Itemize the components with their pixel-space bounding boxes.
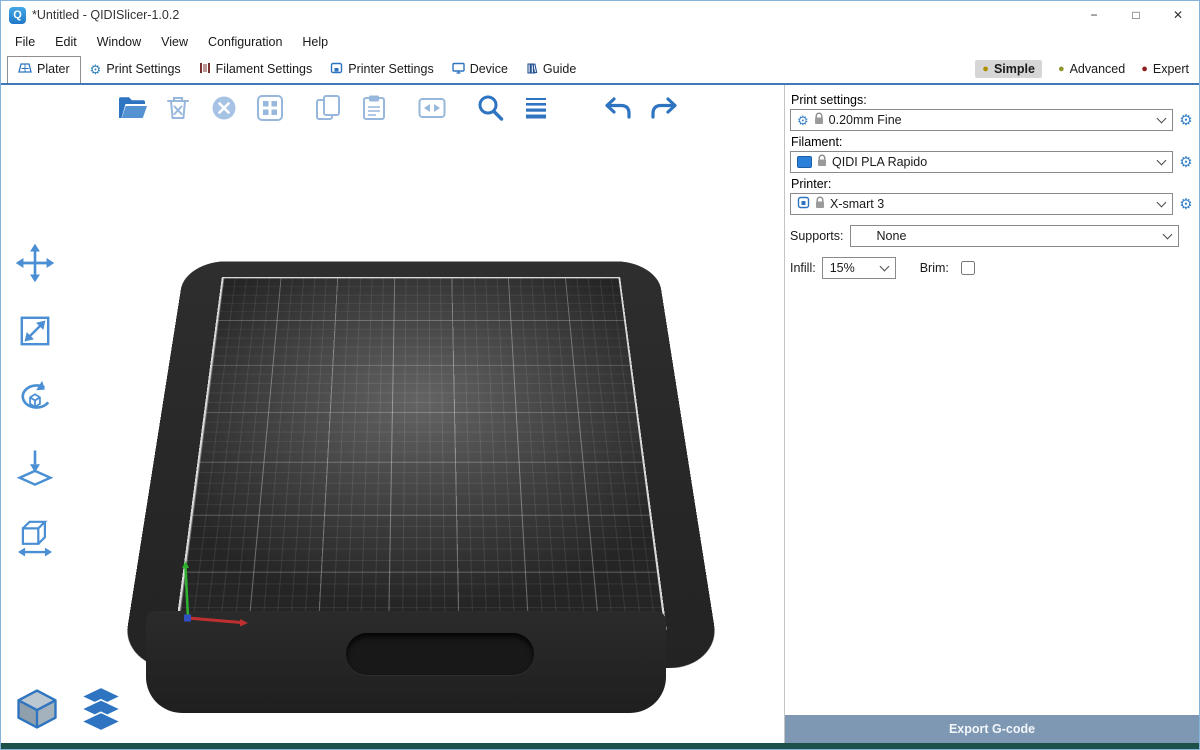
infill-value: 15%	[830, 261, 881, 275]
bed-frame	[121, 261, 721, 668]
brim-label: Brim:	[920, 261, 949, 275]
filament-combo[interactable]: QIDI PLA Rapido	[790, 151, 1173, 173]
delete-all-icon[interactable]	[205, 89, 243, 127]
close-button[interactable]: ✕	[1157, 1, 1199, 29]
tab-bar: Plater ⚙ Print Settings Filament Setting…	[1, 55, 1199, 85]
copy-icon[interactable]	[309, 89, 347, 127]
filament-value: QIDI PLA Rapido	[832, 155, 1153, 169]
menu-window[interactable]: Window	[87, 32, 151, 52]
filament-spool-icon	[199, 62, 211, 77]
split-to-objects-icon[interactable]	[413, 89, 451, 127]
undo-icon[interactable]	[599, 89, 637, 127]
infill-combo[interactable]: 15%	[822, 257, 896, 279]
chevron-down-icon	[1157, 114, 1167, 124]
filament-gear-button[interactable]: ⚙	[1177, 153, 1195, 171]
printer-gear-button[interactable]: ⚙	[1177, 195, 1195, 213]
device-monitor-icon	[452, 62, 465, 77]
print-settings-gear-icon: ⚙	[90, 63, 102, 76]
arrange-icon[interactable]	[251, 89, 289, 127]
cut-icon[interactable]	[9, 509, 61, 561]
lock-icon	[817, 154, 827, 170]
expert-mode-dot-icon: ●	[1141, 64, 1148, 75]
print-settings-value: 0.20mm Fine	[829, 113, 1153, 127]
menu-help[interactable]: Help	[292, 32, 338, 52]
printer-combo[interactable]: X-smart 3	[790, 193, 1173, 215]
supports-label: Supports:	[790, 229, 844, 243]
qidislicer-window: { "window": { "title": "*Untitled - QIDI…	[0, 0, 1200, 750]
app-icon: Q	[9, 7, 26, 24]
scale-icon[interactable]	[9, 305, 61, 357]
chevron-down-icon	[1157, 198, 1167, 208]
variable-layer-height-icon[interactable]	[517, 89, 555, 127]
tab-printer-settings[interactable]: Printer Settings	[321, 58, 442, 81]
filament-label: Filament:	[791, 135, 1195, 149]
export-gcode-button[interactable]: Export G-code	[785, 715, 1199, 743]
move-icon[interactable]	[9, 237, 61, 289]
mode-advanced[interactable]: ● Advanced	[1058, 62, 1125, 76]
preview-layers-view-icon[interactable]	[75, 683, 127, 735]
menu-file[interactable]: File	[5, 32, 45, 52]
tab-guide[interactable]: Guide	[517, 58, 585, 81]
printer-label: Printer:	[791, 177, 1195, 191]
title-bar: Q *Untitled - QIDISlicer-1.0.2 − □ ✕	[1, 1, 1199, 29]
tab-print-settings[interactable]: ⚙ Print Settings	[81, 58, 190, 80]
filament-color-swatch	[797, 156, 812, 168]
window-title: *Untitled - QIDISlicer-1.0.2	[32, 8, 179, 22]
maximize-button[interactable]: □	[1115, 1, 1157, 29]
chevron-down-icon	[1163, 230, 1173, 240]
brim-checkbox[interactable]	[961, 261, 975, 275]
supports-combo[interactable]: None	[850, 225, 1179, 247]
window-controls: − □ ✕	[1073, 1, 1199, 29]
mode-selector: ● Simple ● Advanced ● Expert	[975, 60, 1193, 78]
bed-handle	[346, 633, 534, 675]
menu-bar: File Edit Window View Configuration Help	[1, 29, 1199, 55]
tab-filament-settings[interactable]: Filament Settings	[190, 58, 322, 81]
print-settings-gear-button[interactable]: ⚙	[1177, 111, 1195, 129]
profile-gear-icon: ⚙	[797, 114, 809, 127]
menu-configuration[interactable]: Configuration	[198, 32, 292, 52]
main-area: Print settings: ⚙ 0.20mm Fine ⚙ Filament…	[1, 85, 1199, 743]
advanced-mode-dot-icon: ●	[1058, 64, 1065, 75]
3d-viewport[interactable]	[1, 85, 784, 743]
lock-icon	[814, 112, 824, 128]
3d-editor-view-icon[interactable]	[11, 683, 63, 735]
mode-expert[interactable]: ● Expert	[1141, 62, 1189, 76]
place-on-face-icon[interactable]	[9, 441, 61, 493]
plater-bed-icon	[18, 62, 32, 77]
paste-icon[interactable]	[355, 89, 393, 127]
printer-value: X-smart 3	[830, 197, 1153, 211]
print-settings-combo[interactable]: ⚙ 0.20mm Fine	[790, 109, 1173, 131]
delete-icon[interactable]	[159, 89, 197, 127]
mode-simple[interactable]: ● Simple	[975, 60, 1042, 78]
search-icon[interactable]	[471, 89, 509, 127]
minimize-button[interactable]: −	[1073, 1, 1115, 29]
menu-edit[interactable]: Edit	[45, 32, 87, 52]
printer-small-icon	[797, 196, 810, 212]
menu-view[interactable]: View	[151, 32, 198, 52]
bottom-status-strip	[1, 743, 1199, 749]
rotate-icon[interactable]	[9, 373, 61, 425]
chevron-down-icon	[1157, 156, 1167, 166]
guide-books-icon	[526, 62, 538, 77]
plater-toolbar	[113, 89, 691, 127]
gizmo-toolbar	[9, 237, 61, 561]
lock-icon	[815, 196, 825, 212]
redo-icon[interactable]	[645, 89, 683, 127]
chevron-down-icon	[879, 262, 889, 272]
view-toolbar	[11, 683, 127, 735]
settings-panel: Print settings: ⚙ 0.20mm Fine ⚙ Filament…	[784, 85, 1199, 743]
bed-front-base	[146, 611, 666, 713]
open-folder-icon[interactable]	[113, 89, 151, 127]
printer-icon	[330, 62, 343, 77]
print-settings-label: Print settings:	[791, 93, 1195, 107]
infill-label: Infill:	[790, 261, 816, 275]
bed-grid-surface	[175, 277, 667, 630]
simple-mode-dot-icon: ●	[982, 64, 989, 75]
tab-device[interactable]: Device	[443, 58, 517, 81]
supports-value: None	[877, 229, 1164, 243]
tab-plater[interactable]: Plater	[7, 56, 81, 83]
